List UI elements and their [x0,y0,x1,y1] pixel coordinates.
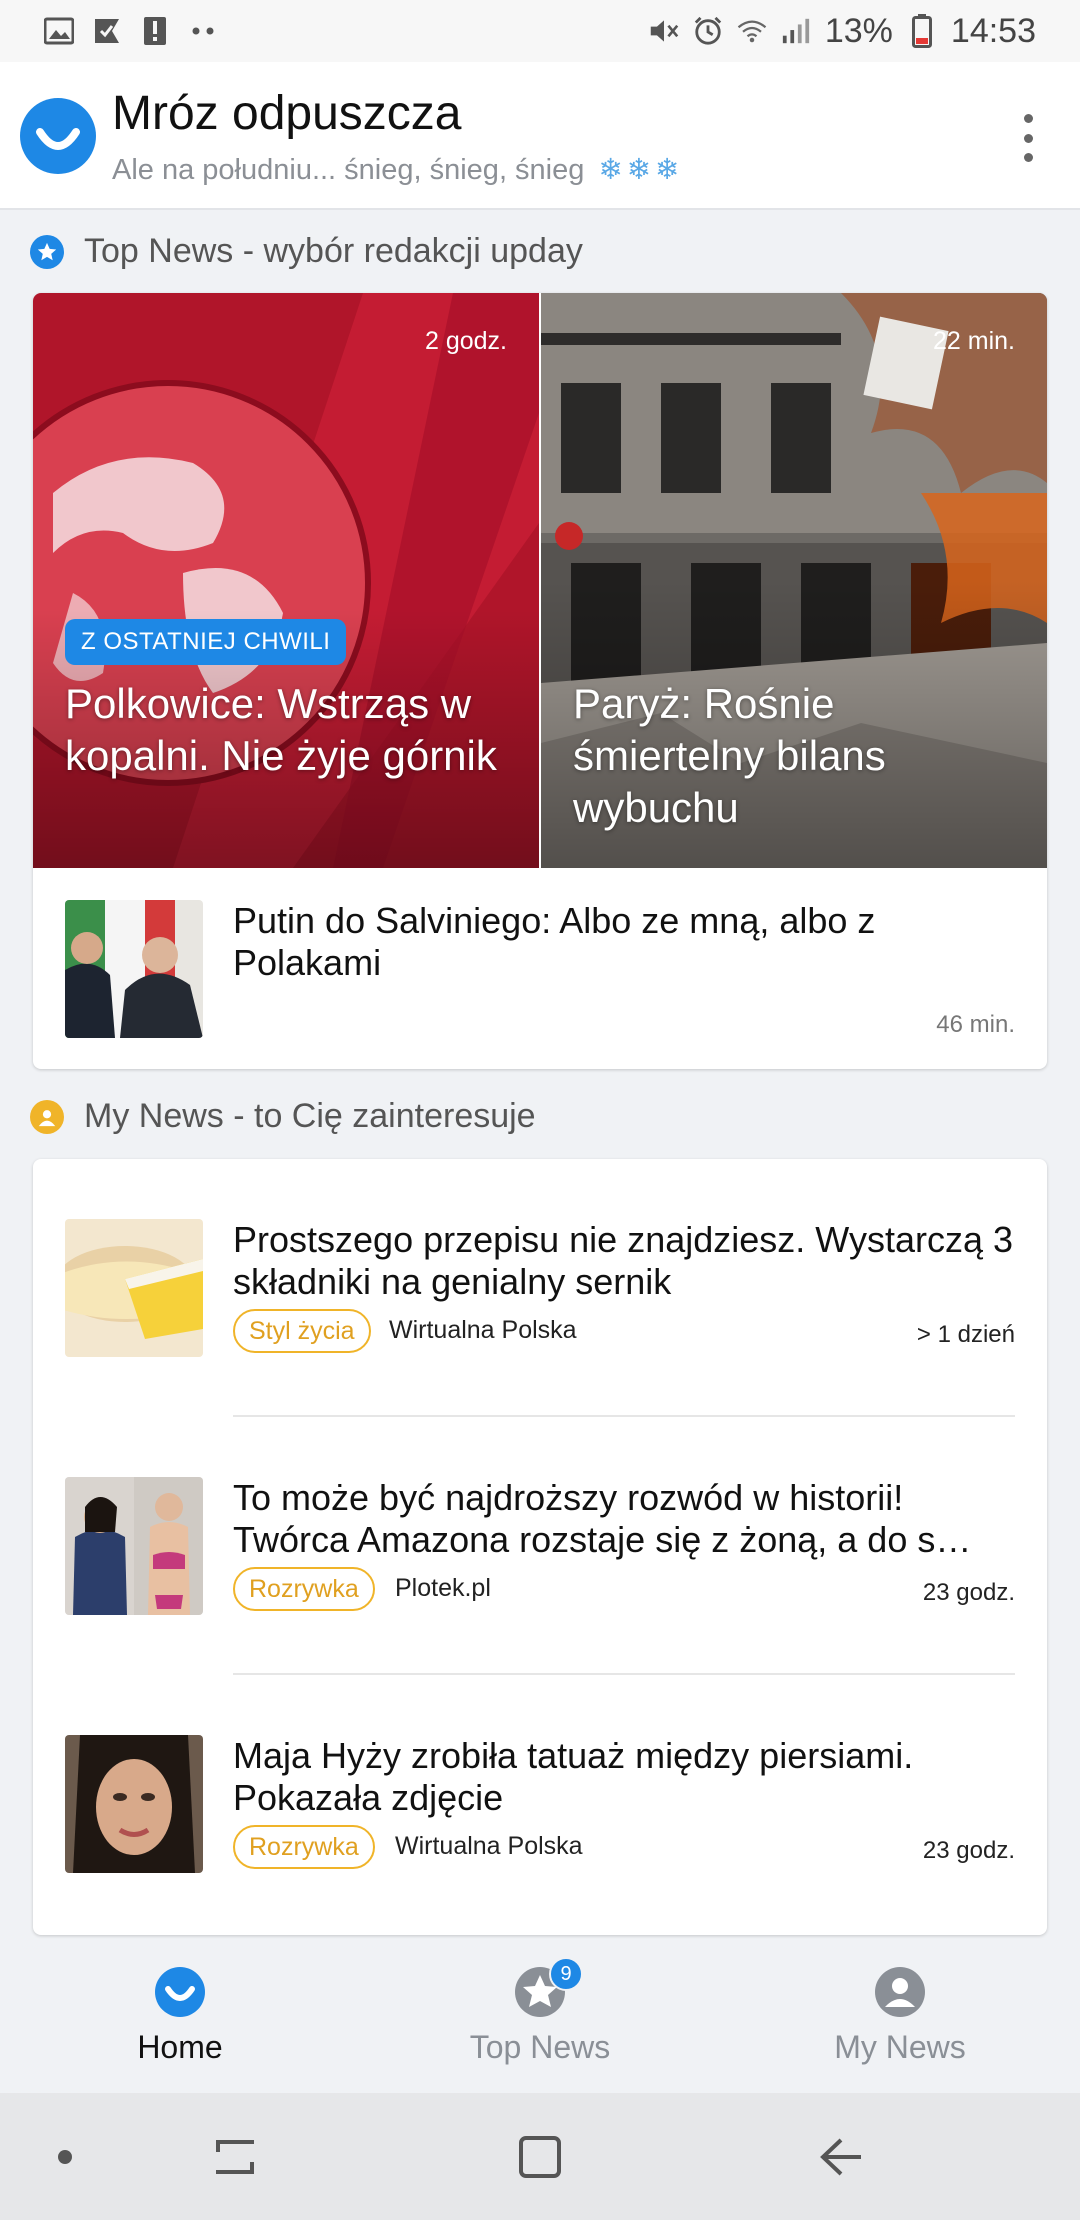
image-icon [44,16,74,46]
upday-logo-icon[interactable] [20,98,96,174]
snowflake-icons: ❄❄❄ [598,154,684,186]
star-icon [30,234,64,269]
thumbnail-image [65,1477,203,1615]
article-title: Prostszego przepisu nie znajdziesz. Wyst… [233,1219,1014,1302]
dot-indicator-icon [50,2093,80,2220]
nav-my-news-label: My News [834,2029,966,2065]
article-time: 23 godz. [922,1579,1015,1606]
home-smile-icon [155,1967,205,2017]
wifi-icon [737,16,767,46]
overflow-menu-button[interactable] [1018,114,1038,162]
my-news-section-header: My News - to Cię zainteresuje [30,1097,536,1136]
alarm-icon [693,16,723,46]
notification-badge: 9 [549,1957,583,1991]
back-button[interactable] [805,2093,875,2220]
list-item[interactable]: Prostszego przepisu nie znajdziesz. Wyst… [33,1159,1047,1417]
list-item[interactable]: Maja Hyży zrobiła tatuaż między piersiam… [33,1675,1047,1933]
mute-icon [649,16,679,46]
category-tag: Rozrywka [233,1567,375,1611]
bottom-navigation: Home 9 Top News My News [0,1945,1080,2093]
article-time: 23 godz. [922,1837,1015,1864]
article-title: To może być najdroższy rozwód w historii… [233,1477,972,1560]
my-news-card: Prostszego przepisu nie znajdziesz. Wyst… [33,1159,1047,1935]
article-source: Plotek.pl [395,1574,491,1602]
nav-home[interactable]: Home [0,1945,360,2093]
signal-icon [781,16,811,46]
header-subtitle: Ale na południu... śnieg, śnieg, śnieg ❄… [112,152,683,187]
list-item[interactable]: To może być najdroższy rozwód w historii… [33,1417,1047,1675]
clock: 14:53 [950,11,1036,50]
article-time: > 1 dzień [916,1321,1015,1348]
app-header: Mróz odpuszcza Ale na południu... śnieg,… [0,62,1080,210]
top-news-tile[interactable]: 22 min. Paryż: Rośnie śmiertelny bilans … [541,293,1047,868]
nav-my-news[interactable]: My News [720,1945,1080,2093]
nav-top-news[interactable]: 9 Top News [360,1945,720,2093]
header-title: Mróz odpuszcza [112,87,462,140]
nav-top-news-label: Top News [469,2029,611,2065]
tile-title: Polkowice: Wstrząs w kopalni. Nie żyje g… [65,680,497,779]
more-dots-icon [188,16,218,46]
tile-title: Paryż: Rośnie śmiertelny bilans wybuchu [573,680,886,831]
my-news-section-label: My News - to Cię zainteresuje [84,1097,536,1135]
article-title: Putin do Salviniego: Albo ze mną, albo z… [233,900,876,983]
person-icon [30,1099,64,1134]
recents-button[interactable] [200,2093,270,2220]
top-news-section-header: Top News - wybór redakcji upday [30,232,583,271]
thumbnail-image [65,900,203,1038]
person-icon [875,1967,925,2017]
top-news-row[interactable]: Putin do Salviniego: Albo ze mną, albo z… [33,868,1047,1069]
system-navigation-bar [0,2093,1080,2220]
status-bar: 13% 14:53 [0,0,1080,62]
top-news-tile[interactable]: 2 godz. Z OSTATNIEJ CHWILI Polkowice: Ws… [33,293,539,868]
battery-icon [907,14,937,48]
alert-icon [140,16,170,46]
home-button[interactable] [505,2093,575,2220]
article-source: Wirtualna Polska [395,1832,583,1860]
breaking-news-badge: Z OSTATNIEJ CHWILI [65,619,347,665]
battery-percent: 13% [824,11,893,50]
check-flag-icon [92,16,122,46]
article-source: Wirtualna Polska [389,1316,577,1344]
article-title: Maja Hyży zrobiła tatuaż między piersiam… [233,1735,914,1818]
header-subtitle-text: Ale na południu... śnieg, śnieg, śnieg [112,154,585,186]
tile-time: 2 godz. [424,327,507,355]
top-news-card: 2 godz. Z OSTATNIEJ CHWILI Polkowice: Ws… [33,293,1047,1069]
star-icon: 9 [515,1957,583,2017]
nav-home-label: Home [137,2029,223,2065]
top-news-section-label: Top News - wybór redakcji upday [84,232,583,270]
article-time: 46 min. [936,1011,1015,1038]
tile-time: 22 min. [933,327,1015,355]
thumbnail-image [65,1735,203,1873]
thumbnail-image [65,1219,203,1357]
category-tag: Styl życia [233,1309,371,1353]
category-tag: Rozrywka [233,1825,375,1869]
